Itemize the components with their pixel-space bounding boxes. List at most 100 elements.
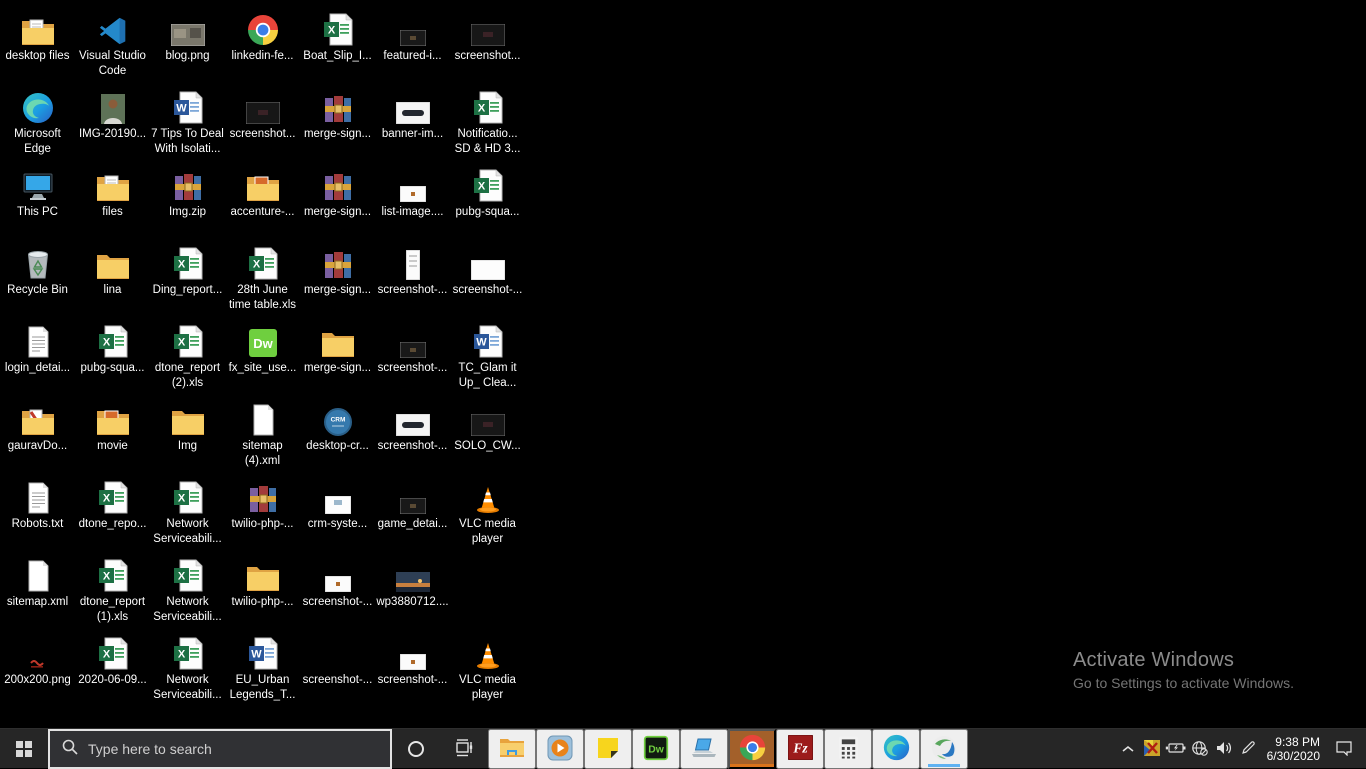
desktop-icon[interactable]: screenshot-... xyxy=(375,396,450,473)
svg-text:X: X xyxy=(477,181,485,193)
desktop-icon[interactable]: screenshot-... xyxy=(375,240,450,317)
img-dark-sm-icon xyxy=(378,318,448,358)
desktop-icon[interactable]: screenshot-... xyxy=(300,630,375,707)
windows-ink-icon xyxy=(1240,740,1256,759)
desktop-icon[interactable]: 200x200.png xyxy=(0,630,75,707)
desktop-icon[interactable]: Xdtone_repo... xyxy=(75,474,150,551)
desktop-icon-label: screenshot-... xyxy=(378,361,448,376)
taskbar-app-edge[interactable] xyxy=(872,729,920,769)
desktop-icon[interactable]: Microsoft Edge xyxy=(0,84,75,161)
desktop-icon[interactable]: crm-syste... xyxy=(300,474,375,551)
excel-icon: X xyxy=(153,318,223,358)
desktop-icon[interactable]: Img.zip xyxy=(150,162,225,239)
taskbar-app-calculator[interactable] xyxy=(824,729,872,769)
desktop-icon[interactable]: Xdtone_report (1).xls xyxy=(75,552,150,629)
desktop-icon[interactable]: screenshot-... xyxy=(300,552,375,629)
desktop-icon-label: screenshot-... xyxy=(378,439,448,454)
desktop-icon[interactable]: XBoat_Slip_I... xyxy=(300,6,375,83)
action-center-button[interactable] xyxy=(1324,729,1364,769)
desktop-icon[interactable]: screenshot... xyxy=(450,6,525,83)
desktop-icon[interactable]: gauravDo... xyxy=(0,396,75,473)
svg-text:W: W xyxy=(476,337,487,349)
task-view-button[interactable] xyxy=(440,729,488,769)
taskbar-app-dreamweaver[interactable]: Dw xyxy=(632,729,680,769)
sticky-notes-icon xyxy=(597,737,619,762)
desktop-icon[interactable]: screenshot... xyxy=(225,84,300,161)
desktop-icon-label: screenshot-... xyxy=(303,673,373,688)
tray-volume[interactable] xyxy=(1212,729,1236,769)
desktop-icon[interactable]: sitemap.xml xyxy=(0,552,75,629)
desktop-icon[interactable]: list-image.... xyxy=(375,162,450,239)
tray-network-no-internet[interactable] xyxy=(1188,729,1212,769)
desktop-icon[interactable]: Xpubg-squa... xyxy=(450,162,525,239)
desktop-icon[interactable]: VLC media player xyxy=(450,630,525,707)
taskbar-app-sticky-notes[interactable] xyxy=(584,729,632,769)
desktop-icon[interactable]: sitemap (4).xml xyxy=(225,396,300,473)
taskbar-app-remote-pc[interactable] xyxy=(680,729,728,769)
svg-text:X: X xyxy=(102,493,110,505)
img-band-icon xyxy=(378,396,448,436)
desktop-icon[interactable]: XDing_report... xyxy=(150,240,225,317)
desktop-icon[interactable]: XNetwork Serviceabili... xyxy=(150,630,225,707)
desktop-icon[interactable]: blog.png xyxy=(150,6,225,83)
desktop-icon[interactable]: SOLO_CW... xyxy=(450,396,525,473)
desktop-icon[interactable]: merge-sign... xyxy=(300,318,375,395)
taskbar-app-chrome[interactable] xyxy=(728,729,776,769)
start-button[interactable] xyxy=(0,729,48,769)
desktop-icon[interactable]: twilio-php-... xyxy=(225,474,300,551)
desktop-icon[interactable]: XNetwork Serviceabili... xyxy=(150,474,225,551)
desktop-icon[interactable]: WEU_Urban Legends_T... xyxy=(225,630,300,707)
desktop-icon-label: pubg-squa... xyxy=(81,361,145,376)
tray-windows-ink[interactable] xyxy=(1236,729,1260,769)
desktop-icon[interactable]: X28th June time table.xls xyxy=(225,240,300,317)
desktop-icon[interactable]: Xpubg-squa... xyxy=(75,318,150,395)
search-box[interactable]: Type here to search xyxy=(48,729,392,769)
desktop-icon[interactable]: files xyxy=(75,162,150,239)
desktop-icon[interactable]: CRMdesktop-cr... xyxy=(300,396,375,473)
desktop-icon[interactable]: WTC_Glam it Up_ Clea... xyxy=(450,318,525,395)
desktop-icon[interactable]: desktop files xyxy=(0,6,75,83)
desktop-icon[interactable]: XNetwork Serviceabili... xyxy=(150,552,225,629)
desktop-icon[interactable]: XNotificatio... SD & HD 3... xyxy=(450,84,525,161)
excel-icon: X xyxy=(78,474,148,514)
desktop-icon[interactable]: This PC xyxy=(0,162,75,239)
desktop-icon[interactable]: game_detai... xyxy=(375,474,450,551)
desktop-icon[interactable]: accenture-... xyxy=(225,162,300,239)
cortana-button[interactable] xyxy=(392,729,440,769)
desktop-icon-label: Robots.txt xyxy=(12,517,64,532)
tray-hidden-icons-chevron[interactable] xyxy=(1116,729,1140,769)
desktop-icon[interactable]: IMG-20190... xyxy=(75,84,150,161)
desktop-icon[interactable]: Recycle Bin xyxy=(0,240,75,317)
desktop-icon[interactable]: screenshot-... xyxy=(450,240,525,317)
desktop-icon[interactable]: screenshot-... xyxy=(375,318,450,395)
desktop-icon[interactable]: merge-sign... xyxy=(300,240,375,317)
desktop-icon[interactable]: banner-im... xyxy=(375,84,450,161)
desktop-icon[interactable]: Xdtone_report (2).xls xyxy=(150,318,225,395)
desktop-icon[interactable]: linkedin-fe... xyxy=(225,6,300,83)
desktop-icon[interactable]: lina xyxy=(75,240,150,317)
desktop-icon[interactable]: featured-i... xyxy=(375,6,450,83)
taskbar-app-windows-media-player[interactable] xyxy=(536,729,584,769)
desktop-icon[interactable]: W7 Tips To Deal With Isolati... xyxy=(150,84,225,161)
desktop-icon[interactable]: VLC media player xyxy=(450,474,525,551)
tray-battery[interactable] xyxy=(1164,729,1188,769)
img-red-icon xyxy=(3,630,73,670)
tray-tray-app[interactable] xyxy=(1140,729,1164,769)
taskbar-app-file-explorer[interactable] xyxy=(488,729,536,769)
desktop-icon[interactable]: Dwfx_site_use... xyxy=(225,318,300,395)
taskbar-app-filezilla[interactable]: Fz xyxy=(776,729,824,769)
textdoc-icon xyxy=(3,318,73,358)
taskbar-clock[interactable]: 9:38 PM 6/30/2020 xyxy=(1260,729,1324,769)
desktop-icon[interactable]: merge-sign... xyxy=(300,84,375,161)
desktop-icon[interactable]: movie xyxy=(75,396,150,473)
desktop-icon[interactable]: wp3880712.... xyxy=(375,552,450,629)
desktop-icon[interactable]: merge-sign... xyxy=(300,162,375,239)
taskbar-app-cisco-anyconnect[interactable] xyxy=(920,729,968,769)
desktop-icon[interactable]: screenshot-... xyxy=(375,630,450,707)
desktop-icon[interactable]: Visual Studio Code xyxy=(75,6,150,83)
desktop-icon[interactable]: login_detai... xyxy=(0,318,75,395)
desktop-icon[interactable]: twilio-php-... xyxy=(225,552,300,629)
desktop-icon[interactable]: Robots.txt xyxy=(0,474,75,551)
desktop-icon[interactable]: X2020-06-09... xyxy=(75,630,150,707)
desktop-icon[interactable]: Img xyxy=(150,396,225,473)
